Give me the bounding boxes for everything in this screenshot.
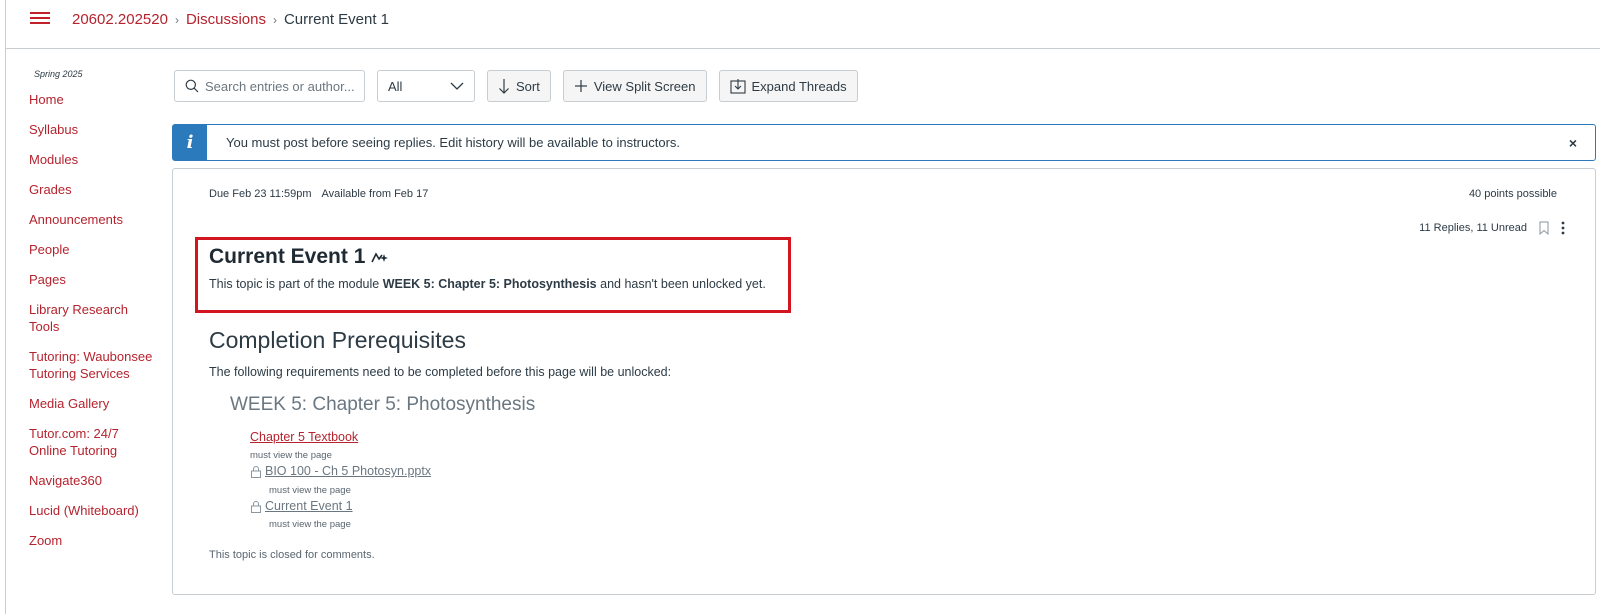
view-split-screen-label: View Split Screen [593,78,696,94]
requirement-item: Current Event 1 [250,499,353,514]
sidebar-item-pages[interactable]: Pages [29,271,159,288]
more-options-icon[interactable] [1561,221,1565,235]
topic-desc-suffix: and hasn't been unlocked yet. [596,277,766,291]
sidebar-item-navigate360[interactable]: Navigate360 [29,472,159,489]
replies-bar: 11 Replies, 11 Unread [1419,221,1565,235]
info-icon: i [173,125,207,160]
prerequisites-description: The following requirements need to be co… [209,365,672,379]
lock-icon [251,466,261,479]
sidebar-item-zoom[interactable]: Zoom [29,532,159,549]
info-alert: i You must post before seeing replies. E… [172,124,1596,161]
topic-title-row: Current Event 1 [209,245,389,269]
filter-select[interactable]: All [377,70,475,102]
alert-message: You must post before seeing replies. Edi… [226,135,681,150]
top-header: 20602.202520 › Discussions › Current Eve… [6,0,1600,49]
prerequisites-heading: Completion Prerequisites [209,327,466,353]
expand-threads-button[interactable]: Expand Threads [718,70,858,102]
window-left-edge [0,0,6,614]
requirement-link[interactable]: Current Event 1 [265,499,353,513]
bookmark-icon[interactable] [1539,221,1549,235]
due-info: Due Feb 23 11:59pm Available from Feb 17 [209,188,438,200]
search-input[interactable] [205,78,355,94]
topic-desc-prefix: This topic is part of the module [209,277,383,291]
sidebar-item-announcements[interactable]: Announcements [29,211,159,228]
chevron-down-icon [450,82,464,90]
breadcrumb-discussions-link[interactable]: Discussions [186,11,266,28]
page-title: Current Event 1 [209,245,366,268]
sidebar-item-modules[interactable]: Modules [29,151,159,168]
plus-icon [574,80,587,92]
filter-select-value: All [388,78,403,94]
sidebar-item-people[interactable]: People [29,241,159,258]
breadcrumb-separator-icon: › [174,12,179,27]
view-split-screen-button[interactable]: View Split Screen [562,70,707,102]
requirement-note: must view the page [269,519,351,530]
sort-button[interactable]: Sort [487,70,551,102]
sidebar-item-home[interactable]: Home [29,91,159,108]
expand-threads-label: Expand Threads [751,78,847,94]
topic-locked-message: This topic is part of the module WEEK 5:… [209,277,766,291]
requirement-note: must view the page [269,485,351,496]
breadcrumb-course-link[interactable]: 20602.202520 [72,11,168,28]
sidebar-item-syllabus[interactable]: Syllabus [29,121,159,138]
requirement-link[interactable]: BIO 100 - Ch 5 Photosyn.pptx [265,464,431,478]
requirement-item: BIO 100 - Ch 5 Photosyn.pptx [250,464,431,479]
breadcrumb-current: Current Event 1 [283,11,390,28]
points-possible: 40 points possible [1468,188,1557,200]
breadcrumb: 20602.202520 › Discussions › Current Eve… [72,11,389,28]
close-icon[interactable]: × [1563,133,1583,153]
discussion-toolbar: All Sort View Split Screen Expand Thread… [174,70,858,102]
available-date: Available from Feb 17 [321,188,429,200]
due-date: Due Feb 23 11:59pm [209,188,312,200]
replies-count: 11 Replies, 11 Unread [1419,222,1527,234]
topic-desc-module: WEEK 5: Chapter 5: Photosynthesis [382,277,597,291]
ai-summary-icon [371,252,389,263]
requirement-item: Chapter 5 Textbook [250,430,358,444]
breadcrumb-separator-icon: › [272,12,277,27]
sidebar-item-lucid[interactable]: Lucid (Whiteboard) [29,502,159,519]
lock-icon [251,501,261,514]
course-navigation: Spring 2025 Home Syllabus Modules Grades… [29,69,159,549]
closed-for-comments: This topic is closed for comments. [209,549,375,561]
term-label: Spring 2025 [34,69,83,79]
search-box[interactable] [174,70,365,102]
search-icon [185,79,199,93]
hamburger-menu-icon[interactable] [30,11,54,29]
sidebar-item-tutor-com[interactable]: Tutor.com: 24/7 Online Tutoring [29,425,159,459]
sidebar-item-grades[interactable]: Grades [29,181,159,198]
sidebar-item-media-gallery[interactable]: Media Gallery [29,395,159,412]
sidebar-item-library-research-tools[interactable]: Library Research Tools [29,301,159,335]
discussion-panel: Due Feb 23 11:59pm Available from Feb 17 … [172,168,1596,595]
sort-button-label: Sort [516,78,540,94]
sidebar-item-tutoring[interactable]: Tutoring: Waubonsee Tutoring Services [29,348,159,382]
requirement-note: must view the page [250,450,332,461]
prerequisite-module-name: WEEK 5: Chapter 5: Photosynthesis [230,394,536,415]
expand-threads-icon [729,79,746,94]
arrow-down-icon [499,79,509,94]
requirement-link[interactable]: Chapter 5 Textbook [250,430,358,444]
